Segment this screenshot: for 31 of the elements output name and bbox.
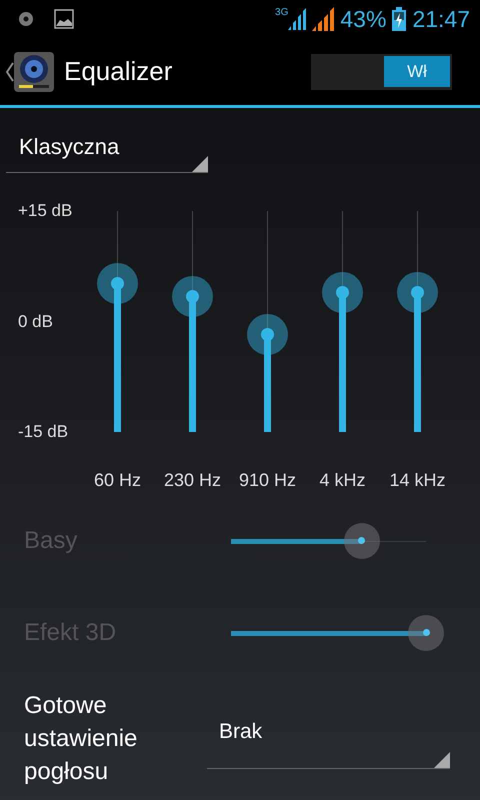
switch-thumb[interactable]: Wł bbox=[384, 56, 450, 87]
circle-icon bbox=[18, 11, 34, 27]
db-scale-label: +15 dB bbox=[18, 201, 72, 221]
frequency-label: 4 kHz bbox=[319, 470, 366, 491]
slider-thumb[interactable] bbox=[397, 272, 438, 313]
toggle-switch[interactable]: Wł bbox=[311, 54, 452, 90]
frequency-label: 910 Hz bbox=[238, 470, 296, 491]
clock: 21:47 bbox=[412, 6, 470, 32]
network-type: 3G bbox=[275, 8, 288, 18]
dropdown-corner-icon bbox=[434, 752, 450, 768]
speaker-icon[interactable] bbox=[14, 52, 54, 92]
signal-icon bbox=[312, 7, 334, 31]
slider-thumb[interactable] bbox=[97, 262, 138, 304]
frequency-label: 14 kHz bbox=[389, 470, 446, 491]
screen-title: Equalizer bbox=[64, 56, 174, 87]
dropdown-corner-icon bbox=[192, 156, 208, 172]
db-scale-label: -15 dB bbox=[18, 422, 68, 442]
preset-dropdown[interactable]: Klasyczna bbox=[6, 130, 208, 173]
battery-level: 43% bbox=[340, 6, 386, 32]
signal-icon bbox=[288, 8, 306, 30]
slider-thumb[interactable] bbox=[247, 314, 288, 355]
frequency-label: 60 Hz bbox=[94, 470, 142, 491]
slider-thumb[interactable] bbox=[322, 272, 363, 313]
reverb-dropdown[interactable]: Brak bbox=[207, 708, 450, 768]
image-icon bbox=[54, 9, 74, 29]
frequency-label: 230 Hz bbox=[164, 470, 222, 491]
back-icon[interactable] bbox=[6, 62, 14, 82]
battery-charging-icon bbox=[392, 7, 406, 31]
db-scale-label: 0 dB bbox=[18, 312, 53, 332]
slider-thumb[interactable] bbox=[172, 276, 213, 318]
reverb-label: Gotowe ustawienie pogłosu bbox=[23, 691, 138, 787]
